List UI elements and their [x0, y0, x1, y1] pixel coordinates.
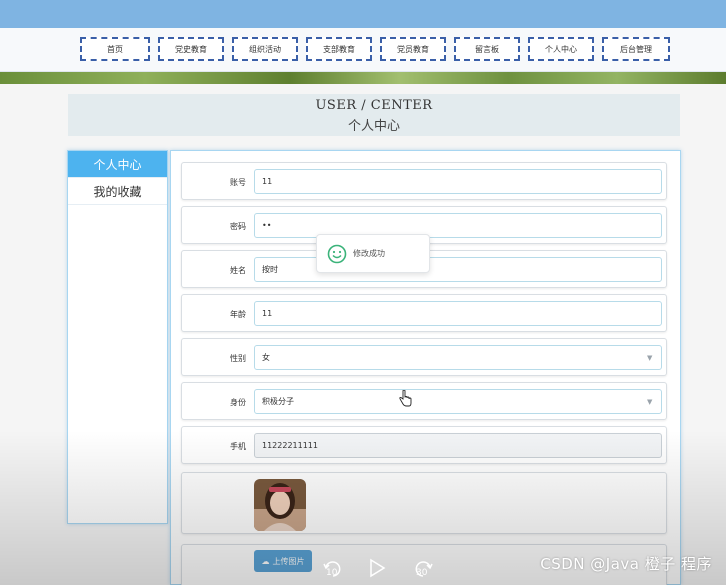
banner-image-strip — [0, 72, 726, 84]
password-field[interactable]: •• — [254, 213, 662, 238]
rewind-seconds: 10 — [326, 568, 338, 578]
form-row-age: 年龄 11 — [181, 294, 667, 332]
name-label: 姓名 — [230, 265, 246, 275]
forward-button[interactable]: 30 — [412, 558, 434, 583]
gender-value: 女 — [262, 353, 270, 362]
phone-field[interactable]: 11222211111 — [254, 433, 662, 458]
avatar — [254, 479, 306, 531]
watermark: CSDN @Java 橙子 程序 — [540, 555, 712, 573]
hand-cursor-icon — [399, 390, 412, 407]
gender-label: 性别 — [230, 353, 246, 363]
page-header: USER / CENTER 个人中心 — [68, 94, 680, 136]
identity-label: 身份 — [230, 397, 246, 407]
profile-form: 账号 11 密码 •• 姓名 按时 年龄 11 性别 女 ▼ 身份 积极分子 ▼… — [170, 150, 681, 585]
nav-item-party-history[interactable]: 党史教育 — [158, 37, 224, 61]
rewind-button[interactable]: 10 — [322, 558, 344, 583]
nav-item-user-center[interactable]: 个人中心 — [528, 37, 594, 61]
forward-seconds: 30 — [416, 568, 428, 578]
upload-image-button[interactable]: ☁ 上传图片 — [254, 550, 312, 572]
phone-label: 手机 — [230, 441, 246, 451]
account-label: 账号 — [230, 177, 246, 187]
smile-icon — [327, 244, 347, 263]
identity-value: 积极分子 — [262, 397, 294, 406]
identity-select[interactable]: 积极分子 ▼ — [254, 389, 662, 414]
success-toast: 修改成功 — [316, 234, 430, 273]
sidebar: 个人中心 我的收藏 — [67, 150, 168, 524]
chevron-down-icon: ▼ — [647, 354, 653, 362]
form-row-identity: 身份 积极分子 ▼ — [181, 382, 667, 420]
gender-select[interactable]: 女 ▼ — [254, 345, 662, 370]
sidebar-item-favorites[interactable]: 我的收藏 — [68, 178, 167, 205]
toast-message: 修改成功 — [353, 249, 385, 258]
nav-item-admin[interactable]: 后台管理 — [602, 37, 670, 61]
nav-item-message-board[interactable]: 留言板 — [454, 37, 520, 61]
chevron-down-icon: ▼ — [647, 398, 653, 406]
account-field[interactable]: 11 — [254, 169, 662, 194]
form-row-phone: 手机 11222211111 — [181, 426, 667, 464]
nav-item-home[interactable]: 首页 — [80, 37, 150, 61]
nav-item-activities[interactable]: 组织活动 — [232, 37, 298, 61]
cloud-upload-icon: ☁ — [261, 556, 270, 566]
play-button[interactable] — [368, 558, 386, 581]
nav-item-branch-education[interactable]: 支部教育 — [306, 37, 372, 61]
nav-item-member-education[interactable]: 党员教育 — [380, 37, 446, 61]
password-label: 密码 — [230, 221, 246, 231]
age-label: 年龄 — [230, 309, 246, 319]
upload-button-label: 上传图片 — [272, 556, 305, 566]
main-nav: 首页 党史教育 组织活动 支部教育 党员教育 留言板 个人中心 后台管理 — [80, 37, 670, 61]
form-row-gender: 性别 女 ▼ — [181, 338, 667, 376]
form-row-account: 账号 11 — [181, 162, 667, 200]
play-icon — [370, 558, 386, 578]
age-field[interactable]: 11 — [254, 301, 662, 326]
form-row-avatar — [181, 472, 667, 534]
sky-banner — [0, 0, 726, 28]
sidebar-item-user-center[interactable]: 个人中心 — [68, 151, 167, 178]
page-title-en: USER / CENTER — [315, 98, 433, 113]
page-title-cn: 个人中心 — [347, 119, 400, 134]
